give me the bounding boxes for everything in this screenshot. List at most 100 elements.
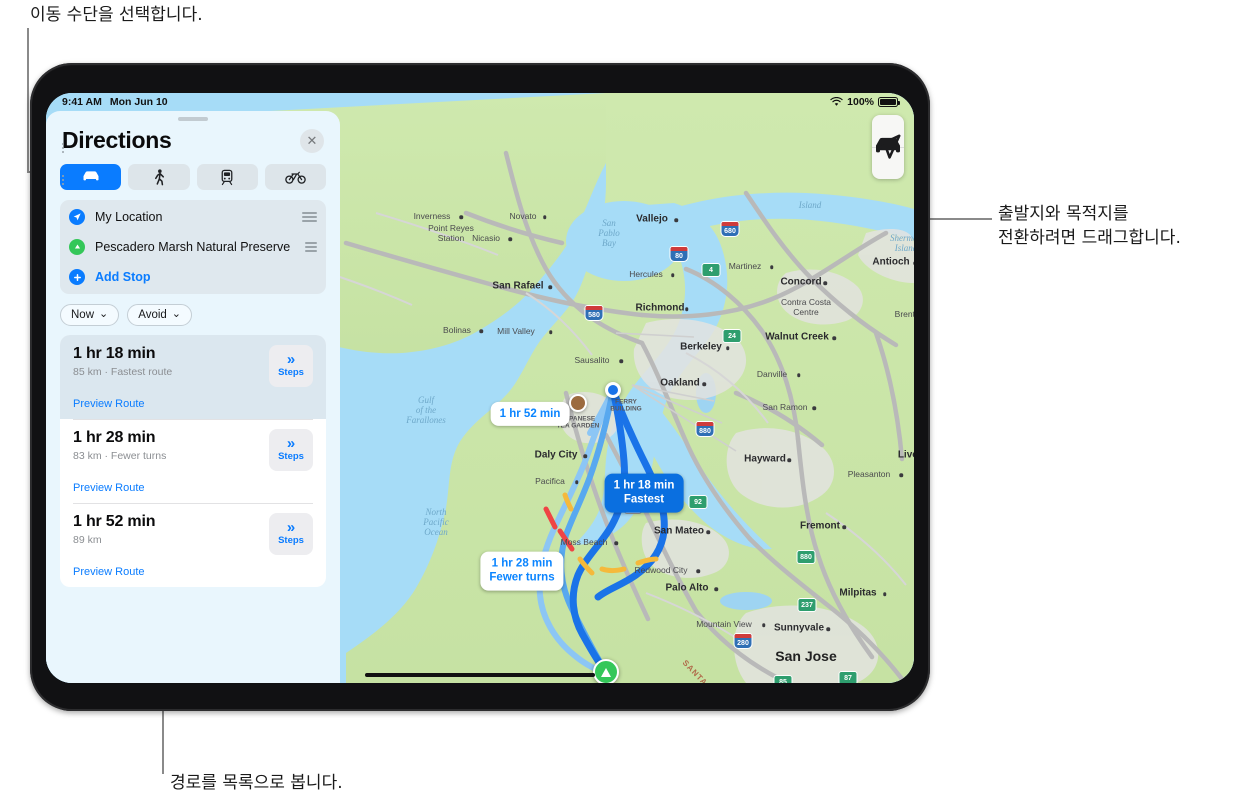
walk-icon — [154, 168, 164, 185]
steps-button[interactable]: » Steps — [269, 429, 313, 471]
map-city-dot — [508, 237, 512, 241]
bubble-duration: 1 hr 52 min — [499, 407, 561, 420]
chevron-down-icon: ⌄ — [99, 307, 109, 320]
reorder-handle[interactable] — [302, 211, 317, 223]
endpoint-row-add-stop[interactable]: Add Stop — [60, 262, 326, 292]
route-dots-1 — [62, 143, 64, 153]
highway-shield-880: 880 — [695, 421, 715, 437]
highway-shield-4: 4 — [701, 263, 721, 277]
map-city-dot — [883, 592, 887, 596]
panel-header: Directions ✕ — [46, 121, 340, 164]
plus-icon — [69, 269, 85, 285]
destination-pin[interactable] — [593, 659, 619, 683]
route-dots-2 — [62, 175, 64, 185]
mode-cycle-button[interactable] — [264, 164, 326, 190]
map-city-dot — [459, 215, 464, 219]
double-chevron-icon: » — [286, 351, 296, 369]
highway-shield-24: 24 — [722, 329, 742, 343]
location-arrow-icon — [69, 209, 85, 225]
map-city-dot — [548, 285, 552, 289]
highway-shield-87: 87 — [838, 671, 858, 683]
map-city-dot — [826, 627, 831, 631]
preview-route-link[interactable]: Preview Route — [73, 482, 313, 494]
mode-walk-button[interactable] — [128, 164, 190, 190]
map-poi-tea-garden-pin[interactable] — [569, 394, 587, 412]
map-city-dot — [899, 473, 903, 477]
directions-panel: Directions ✕ My Location Pescadero Marsh… — [46, 111, 340, 683]
mode-transit-button[interactable] — [196, 164, 258, 190]
steps-label: Steps — [278, 535, 304, 547]
map-city-dot — [913, 261, 914, 265]
route-option[interactable]: 1 hr 28 min 83 km · Fewer turns » Steps Prev… — [60, 419, 326, 503]
car-icon — [83, 171, 99, 181]
map-city-dot — [823, 281, 827, 285]
double-chevron-icon: » — [286, 435, 296, 453]
avoid-chip[interactable]: Avoid ⌄ — [127, 304, 193, 326]
current-location-pin[interactable] — [605, 382, 621, 398]
route-duration: 1 hr 28 min — [73, 429, 156, 446]
bicycle-icon — [285, 171, 306, 184]
close-button[interactable]: ✕ — [300, 128, 324, 153]
endpoints-list: My Location Pescadero Marsh Natural Pres… — [60, 143, 326, 294]
highway-shield-80: 80 — [669, 246, 689, 262]
steps-label: Steps — [278, 451, 304, 463]
departure-time-label: Now — [71, 309, 95, 321]
transport-mode-selector — [46, 164, 340, 200]
map-city-dot — [832, 336, 836, 340]
steps-button[interactable]: » Steps — [269, 345, 313, 387]
screenshot-root: 이동 수단을 선택합니다. 출발지와 목적지를 전환하려면 드래그합니다. 경로… — [0, 0, 1250, 811]
destination-pin-icon — [69, 239, 85, 255]
route-detail: 85 km · Fastest route — [73, 366, 173, 378]
bubble-duration: 1 hr 18 min — [613, 479, 675, 492]
route-option[interactable]: 1 hr 18 min 85 km · Fastest route » Steps Pr… — [60, 335, 326, 419]
routes-list: 1 hr 18 min 85 km · Fastest route» Steps Pr… — [60, 335, 326, 587]
highway-shield-880: 880 — [796, 550, 816, 564]
route-bubble[interactable]: 1 hr 28 min Fewer turns — [480, 551, 564, 591]
double-chevron-icon: » — [286, 519, 296, 537]
endpoint-row-origin[interactable]: My Location — [60, 202, 326, 232]
ipad-device-frame: SANTA CRUZ MOUNTAINS NovatoInvernessPoin… — [30, 63, 930, 711]
endpoint-origin-label: My Location — [95, 210, 163, 224]
map-city-dot — [619, 359, 624, 363]
navigation-arrow-icon — [876, 134, 901, 159]
map-city-dot — [787, 458, 791, 462]
reorder-handle[interactable] — [305, 242, 317, 252]
add-stop-label: Add Stop — [95, 270, 151, 284]
map-city-dot — [714, 587, 719, 591]
avoid-label: Avoid — [138, 309, 167, 321]
map-city-dot — [812, 406, 817, 410]
page-title: Directions — [62, 127, 172, 153]
route-bubble[interactable]: 1 hr 18 min Fastest — [604, 473, 684, 513]
highway-shield-680: 680 — [720, 221, 740, 237]
map-city-dot — [548, 330, 553, 334]
bubble-note: Fewer turns — [489, 572, 555, 584]
highway-shield-580: 580 — [584, 305, 604, 321]
highway-shield-237: 237 — [797, 598, 817, 612]
bubble-duration: 1 hr 28 min — [491, 557, 553, 570]
route-bubble[interactable]: 1 hr 52 min — [490, 401, 570, 427]
map-controls — [872, 115, 904, 179]
preview-route-link[interactable]: Preview Route — [73, 398, 313, 410]
steps-button[interactable]: » Steps — [269, 513, 313, 555]
annotation-line-top-left-vertical — [27, 28, 29, 173]
close-icon: ✕ — [306, 132, 318, 148]
route-detail: 83 km · Fewer turns — [73, 450, 167, 462]
mode-drive-button[interactable] — [60, 164, 122, 190]
map-locate-button[interactable] — [872, 134, 904, 179]
train-icon — [221, 169, 233, 185]
home-indicator — [365, 673, 595, 677]
route-filters: Now ⌄ Avoid ⌄ — [46, 294, 340, 335]
highway-shield-85: 85 — [773, 675, 793, 683]
endpoint-destination-label: Pescadero Marsh Natural Preserve — [95, 240, 291, 254]
endpoint-row-destination[interactable]: Pescadero Marsh Natural Preserve — [60, 232, 326, 262]
preview-route-link[interactable]: Preview Route — [73, 566, 313, 578]
map-city-dot — [702, 382, 706, 386]
departure-time-chip[interactable]: Now ⌄ — [60, 304, 120, 326]
route-duration: 1 hr 52 min — [73, 513, 156, 530]
map-city-dot — [583, 454, 588, 458]
route-duration: 1 hr 18 min — [73, 345, 156, 362]
map-city-dot — [575, 480, 579, 484]
highway-shield-280: 280 — [733, 633, 753, 649]
map-city-dot — [770, 265, 774, 269]
route-option[interactable]: 1 hr 52 min 89 km » Steps Preview Route — [60, 503, 326, 587]
